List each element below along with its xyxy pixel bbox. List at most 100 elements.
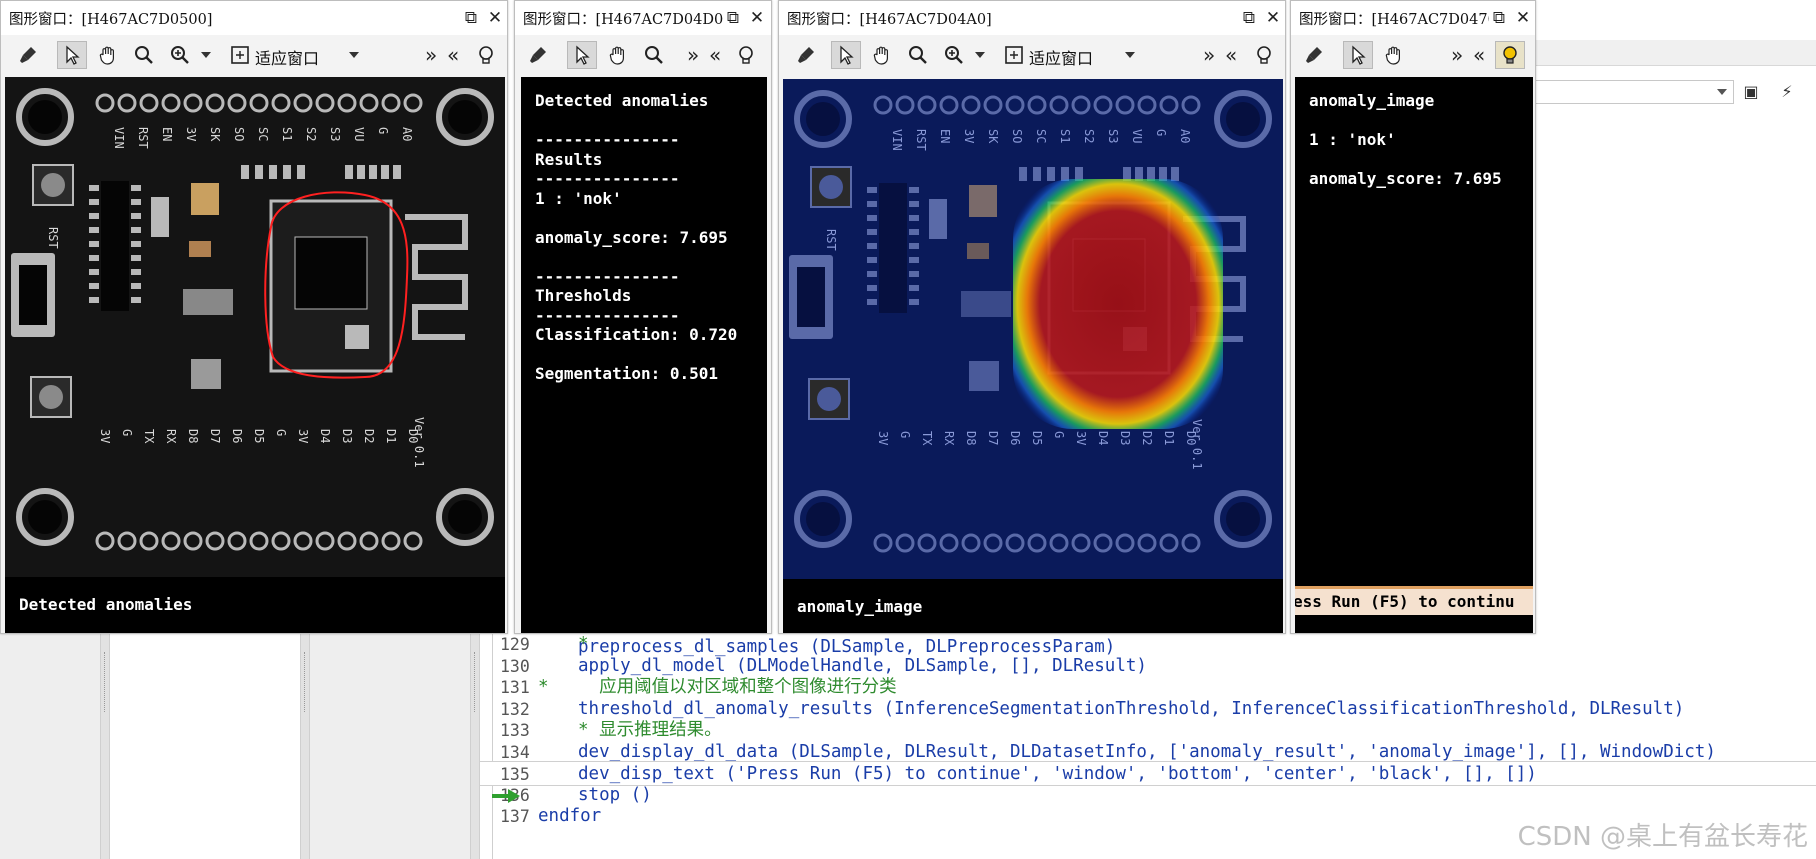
restore-icon[interactable]: ⧉ <box>1489 8 1509 28</box>
collapse-icon[interactable]: « <box>447 43 459 67</box>
pcb-label: RST <box>824 229 838 251</box>
expand-icon[interactable]: » <box>1203 43 1215 67</box>
graphics-window-4[interactable]: 图形窗口：[H467AC7D0470 ⧉ ✕ » « anomaly_image… <box>1290 0 1536 634</box>
pcb-label: VU <box>1130 129 1144 143</box>
smd-pad <box>89 213 99 219</box>
clear-brush-icon[interactable] <box>791 41 821 69</box>
graphics-window-3[interactable]: 图形窗口：[H467AC7D04A0] ⧉ ✕ 适应窗口 » « VIN RST E… <box>778 0 1286 634</box>
pcb-label: S2 <box>1082 129 1096 143</box>
resistor <box>1033 167 1041 181</box>
pcb-label: D4 <box>318 429 332 443</box>
close-icon[interactable]: ✕ <box>485 8 505 28</box>
pcb-label: S2 <box>304 127 318 141</box>
mounting-hole-center <box>448 100 482 134</box>
ide-panel-white <box>110 632 300 859</box>
pcb-label: 3V <box>1074 431 1088 445</box>
smd-capacitor <box>967 243 989 259</box>
graphics-window-1[interactable]: 图形窗口：[H467AC7D0500] ⧉ ✕ 适应窗口 » « VIN RST E… <box>0 0 508 634</box>
clear-brush-icon[interactable] <box>523 41 553 69</box>
window-titlebar[interactable]: 图形窗口：[H467AC7D0500] <box>1 1 507 35</box>
smd-capacitor <box>189 241 211 257</box>
magnifier-icon[interactable] <box>639 41 669 69</box>
graphics-canvas[interactable]: VIN RST EN 3V SK SO SC S1 S2 S3 VU G A0 3V G TX RX D8 D7 D6… <box>5 77 505 633</box>
expand-icon[interactable]: » <box>425 43 437 67</box>
pcb-label: D8 <box>964 431 978 445</box>
smd-pad <box>131 199 141 205</box>
hand-pan-icon[interactable] <box>603 41 633 69</box>
smd-pad <box>89 241 99 247</box>
graphics-canvas[interactable]: Detected anomalies --------------- Results… <box>521 77 767 633</box>
magnifier-icon[interactable] <box>129 41 159 69</box>
smd-pad <box>89 269 99 275</box>
program-editor[interactable]: preprocess_dl_samples (DLSample, DLPrepr… <box>480 620 1816 859</box>
close-icon[interactable]: ✕ <box>1263 8 1283 28</box>
pcb-label: D1 <box>1162 431 1176 445</box>
usb-connector-slot <box>19 265 47 325</box>
close-icon[interactable]: ✕ <box>1513 8 1533 28</box>
smd-pad <box>909 271 919 277</box>
restore-icon[interactable]: ⧉ <box>1239 8 1259 28</box>
chevron-down-icon[interactable] <box>1125 52 1135 58</box>
collapse-icon[interactable]: « <box>1225 43 1237 67</box>
restore-icon[interactable]: ⧉ <box>461 8 481 28</box>
collapse-icon[interactable]: « <box>709 43 721 67</box>
pcb-label: VIN <box>112 127 126 149</box>
restore-icon[interactable]: ⧉ <box>723 8 743 28</box>
expand-icon[interactable]: » <box>687 43 699 67</box>
hand-pan-icon[interactable] <box>93 41 123 69</box>
pcb-label: 3V <box>962 129 976 143</box>
window-title: 图形窗口：[H467AC7D0500] <box>9 11 213 28</box>
pcb-label: D2 <box>1140 431 1154 445</box>
pointer-icon[interactable] <box>567 41 597 69</box>
pointer-icon[interactable] <box>1343 41 1373 69</box>
mounting-hole-center <box>1226 502 1260 536</box>
fit-window-icon[interactable] <box>225 41 255 69</box>
expand-icon[interactable]: » <box>1451 43 1463 67</box>
smd-pad <box>867 229 877 235</box>
graphics-canvas[interactable]: VIN RST EN 3V SK SO SC S1 S2 S3 VU G A0 3V G TX RX D8 D7 D6… <box>783 79 1283 633</box>
pcb-label: RST <box>46 227 60 249</box>
fit-window-icon[interactable] <box>999 41 1029 69</box>
pcb-label: RX <box>942 431 956 446</box>
resistor <box>345 165 353 179</box>
clear-brush-icon[interactable] <box>13 41 43 69</box>
lightbulb-icon[interactable] <box>731 41 761 69</box>
graphics-canvas[interactable]: anomaly_image 1 : 'nok' anomaly_score: 7.6… <box>1295 77 1533 633</box>
panel-splitter[interactable] <box>470 632 480 859</box>
pcb-label: D3 <box>340 429 354 443</box>
chevron-down-icon[interactable] <box>975 52 985 58</box>
hand-pan-icon[interactable] <box>867 41 897 69</box>
usb-chip <box>879 183 907 313</box>
pcb-label: G <box>1154 129 1168 136</box>
fit-window-label[interactable]: 适应窗口 <box>255 45 319 69</box>
panel-splitter[interactable] <box>100 632 110 859</box>
magnifier-icon[interactable] <box>903 41 933 69</box>
zoom-in-icon[interactable] <box>939 41 969 69</box>
smd-pad <box>131 269 141 275</box>
chevron-down-icon[interactable] <box>349 52 359 58</box>
lightbulb-icon[interactable] <box>1495 41 1525 69</box>
fit-window-label[interactable]: 适应窗口 <box>1029 45 1093 69</box>
zoom-in-icon[interactable] <box>165 41 195 69</box>
collapse-icon[interactable]: « <box>1473 43 1485 67</box>
clear-brush-icon[interactable] <box>1299 41 1329 69</box>
pcb-label: TX <box>142 429 156 444</box>
result-text-line: Segmentation: 0.501 <box>535 364 719 383</box>
pointer-icon[interactable] <box>57 41 87 69</box>
lightbulb-icon[interactable] <box>471 41 501 69</box>
pcb-label: SC <box>1034 129 1048 143</box>
variable-tool-icon[interactable]: ⚡ <box>1776 80 1798 102</box>
panel-splitter[interactable] <box>300 632 310 859</box>
pcb-label: 3V <box>876 431 890 445</box>
lightbulb-icon[interactable] <box>1249 41 1279 69</box>
graphics-window-2[interactable]: 图形窗口：[H467AC7D04D0] ⧉ ✕ » « Detected ano… <box>514 0 772 634</box>
resistor <box>297 165 305 179</box>
mounting-hole-center <box>806 502 840 536</box>
close-icon[interactable]: ✕ <box>747 8 767 28</box>
pointer-icon[interactable] <box>831 41 861 69</box>
window-tool-icon[interactable]: ▣ <box>1740 80 1762 102</box>
hand-pan-icon[interactable] <box>1379 41 1409 69</box>
window-titlebar[interactable]: 图形窗口：[H467AC7D04A0] <box>779 1 1285 35</box>
chevron-down-icon[interactable] <box>201 52 211 58</box>
smd-pad <box>867 285 877 291</box>
